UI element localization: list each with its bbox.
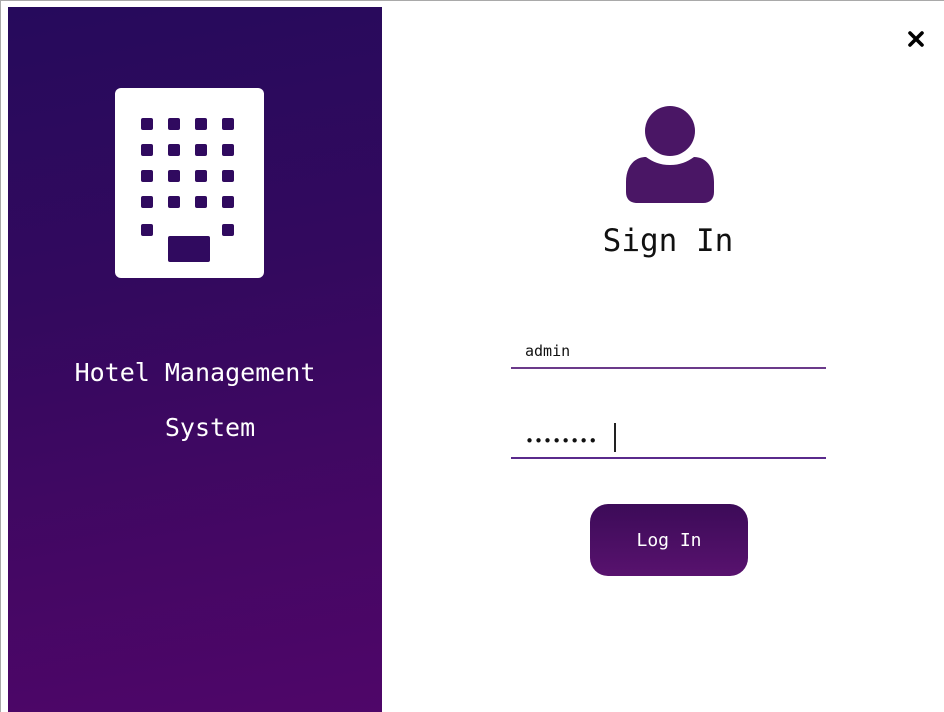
app-title: Hotel Management System	[8, 345, 382, 455]
password-input[interactable]	[511, 425, 826, 457]
username-input[interactable]	[511, 335, 826, 367]
login-button[interactable]: Log In	[590, 504, 748, 576]
username-field-container	[511, 335, 826, 369]
building-icon	[115, 88, 264, 278]
password-field-container	[511, 425, 826, 459]
login-window: Hotel Management System Sign In Log In	[0, 0, 944, 712]
branding-panel: Hotel Management System	[8, 7, 382, 712]
app-title-line2: System	[164, 413, 256, 442]
text-cursor	[614, 423, 616, 452]
close-icon[interactable]	[905, 28, 927, 50]
signin-title: Sign In	[602, 223, 734, 259]
app-title-line1: Hotel Management	[74, 358, 316, 387]
user-icon	[626, 106, 714, 203]
